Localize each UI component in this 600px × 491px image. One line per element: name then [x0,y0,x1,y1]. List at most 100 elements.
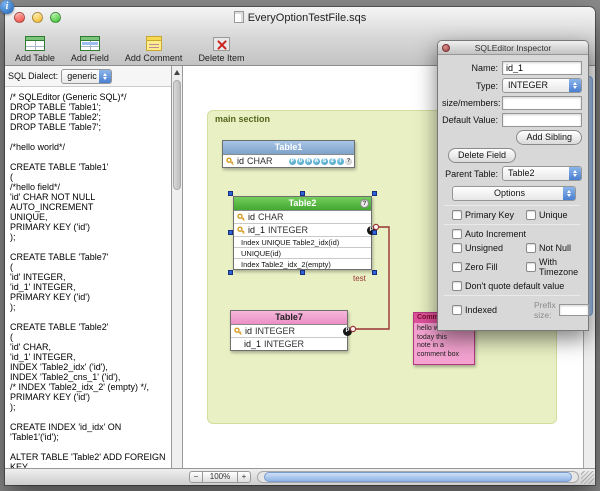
size-members-field[interactable] [502,96,582,110]
unsigned-label: Unsigned [465,243,503,253]
type-popup[interactable]: INTEGER [502,78,582,93]
selection-handle[interactable] [228,191,233,196]
unique-option-icon[interactable]: U [297,158,304,165]
divider [444,295,580,296]
table1[interactable]: Table1 id CHAR P U N A S Z I ? [222,140,355,168]
table7-field-id1[interactable]: id_1 INTEGER [231,337,347,350]
foreign-key-connector-icon[interactable]: P [343,327,352,336]
divider [444,224,580,225]
help-option-icon[interactable]: ? [345,158,352,165]
scroll-up-icon[interactable] [174,70,180,75]
not-null-option-icon[interactable]: N [305,158,312,165]
not-null-label: Not Null [539,243,571,253]
dont-quote-default-checkbox[interactable] [452,281,462,291]
selection-handle[interactable] [372,230,377,235]
info-icon[interactable]: i [0,0,14,14]
zero-fill-option-icon[interactable]: Z [329,158,336,165]
delete-item-label: Delete Item [198,53,244,63]
comment-icon [146,35,162,52]
parent-table-value: Table2 [508,168,535,178]
canvas-horizontal-scrollbar[interactable] [257,471,579,483]
indexed-checkbox[interactable] [452,305,462,315]
add-field-button[interactable]: Add Field [71,35,109,63]
with-timezone-checkbox[interactable] [526,262,536,272]
selection-handle[interactable] [228,270,233,275]
selection-handle[interactable] [300,270,305,275]
table7-header[interactable]: Table7 [231,311,347,324]
unsigned-option-icon[interactable]: S [321,158,328,165]
type-value: INTEGER [508,80,548,90]
add-comment-button[interactable]: Add Comment [125,35,183,63]
field-name: id_1 [244,339,261,349]
resize-grip[interactable] [581,471,594,484]
popup-arrows-icon [569,167,581,180]
zero-fill-checkbox[interactable] [452,262,462,272]
inspector-titlebar[interactable]: SQLEditor Inspector [438,41,588,55]
type-label: Type: [442,81,502,91]
table1-header[interactable]: Table1 [223,141,354,154]
delete-item-button[interactable]: Delete Item [198,35,244,63]
key-icon [237,226,245,235]
not-null-checkbox[interactable] [526,243,536,253]
table7-field-id[interactable]: id INTEGER P [231,324,347,337]
dialect-popup[interactable]: generic [61,69,112,84]
parent-table-popup[interactable]: Table2 [502,166,582,181]
zoom-out-button[interactable]: − [189,471,203,483]
horizontal-scroll-thumb[interactable] [264,472,571,482]
selection-handle[interactable] [372,191,377,196]
primary-key-option-icon[interactable]: P [289,158,296,165]
sql-source-text[interactable]: /* SQLEditor (Generic SQL)*/ DROP TABLE … [5,87,171,468]
table2-index-row[interactable]: UNIQUE(id) [234,247,371,258]
selection-handle[interactable] [300,191,305,196]
prefix-size-field[interactable] [559,304,589,316]
window-title-text: EveryOptionTestFile.sqs [248,12,367,24]
help-icon[interactable]: ? [360,199,369,208]
unique-label: Unique [539,210,568,220]
auto-increment-option-icon[interactable]: A [313,158,320,165]
zoom-in-button[interactable]: + [237,471,251,483]
field-type: CHAR [258,212,284,222]
selection-handle[interactable] [228,230,233,235]
primary-key-label: Primary Key [465,210,514,220]
primary-key-checkbox[interactable] [452,210,462,220]
key-icon [226,157,234,166]
table7[interactable]: Table7 id INTEGER P id_1 INTEGER [230,310,348,351]
selection-handle[interactable] [372,270,377,275]
name-field[interactable] [502,61,582,75]
indexed-label: Indexed [465,305,497,315]
inspector-title: SQLEditor Inspector [475,43,552,53]
unsigned-checkbox[interactable] [452,243,462,253]
field-type: INTEGER [264,339,304,349]
table2-selection[interactable]: Table2 ? id CHAR id_1 INTEGER P Index UN… [233,196,372,270]
add-sibling-button[interactable]: Add Sibling [516,130,582,145]
prefix-size-label: Prefix size: [534,300,556,320]
table2-header[interactable]: Table2 ? [234,197,371,210]
options-popup[interactable]: Options [452,186,576,201]
table2[interactable]: Table2 ? id CHAR id_1 INTEGER P Index UN… [233,196,372,270]
table2-index-row[interactable]: Index UNIQUE Table2_idx(id) [234,236,371,247]
relation-label[interactable]: test [353,274,366,283]
sql-source-panel: SQL Dialect: generic /* SQLEditor (Gener… [5,66,172,468]
delete-field-button[interactable]: Delete Field [448,148,516,163]
table1-field-id[interactable]: id CHAR P U N A S Z I ? [223,154,354,167]
indexed-option-icon[interactable]: I [337,158,344,165]
table2-field-id[interactable]: id CHAR [234,210,371,223]
table2-title: Table2 [289,198,317,208]
sidebar-scrollbar[interactable] [172,66,183,468]
inspector-close-button[interactable] [442,44,450,52]
add-table-button[interactable]: Add Table [15,35,55,63]
add-table-label: Add Table [15,53,55,63]
unique-checkbox[interactable] [526,210,536,220]
delete-icon [213,35,230,52]
default-value-field[interactable] [502,113,582,127]
auto-increment-checkbox[interactable] [452,229,462,239]
with-timezone-label: With Timezone [539,257,582,277]
table2-field-id1[interactable]: id_1 INTEGER P [234,223,371,236]
field-name: id_1 [248,225,265,235]
dialect-row: SQL Dialect: generic [5,66,171,87]
zoom-level[interactable]: 100% [203,471,237,483]
sidebar-scroll-thumb[interactable] [173,80,181,190]
table7-title: Table7 [275,312,303,322]
titlebar[interactable]: EveryOptionTestFile.sqs [5,7,595,27]
table2-index-row[interactable]: Index Table2_idx_2(empty) [234,258,371,269]
